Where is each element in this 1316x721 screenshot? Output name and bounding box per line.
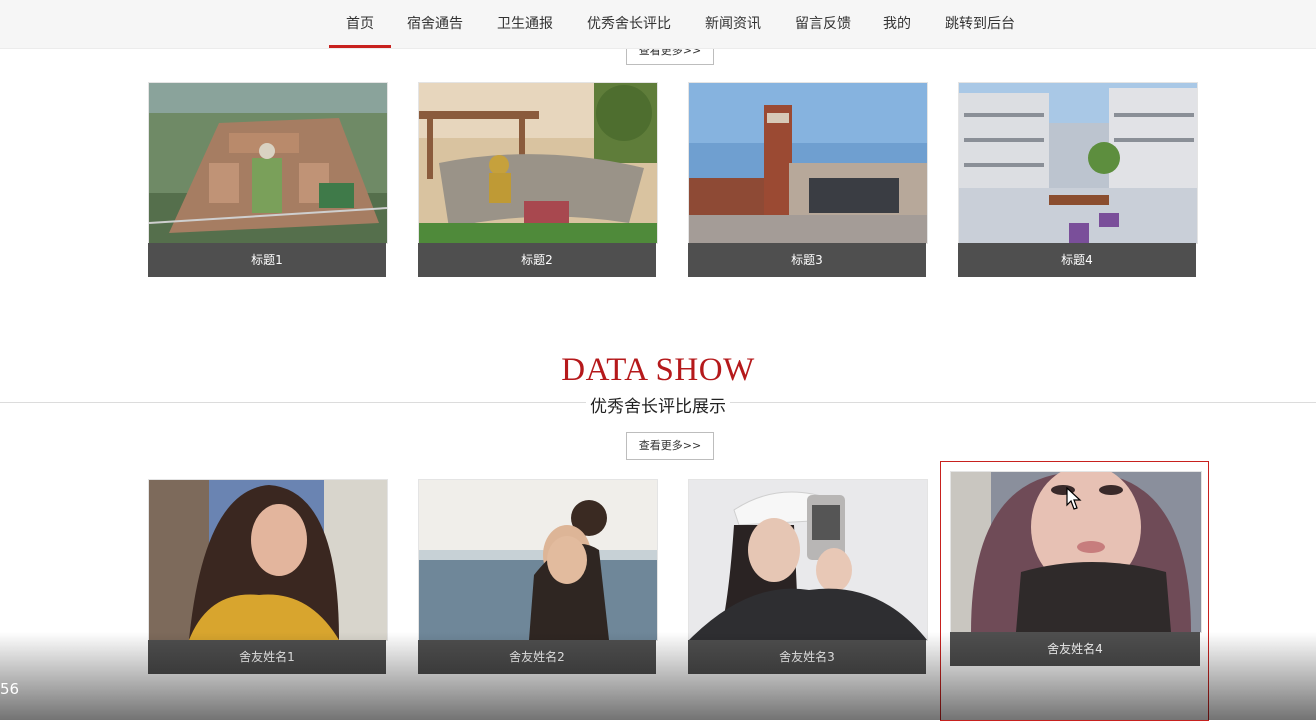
person-photo-image bbox=[688, 479, 928, 641]
campus-courtyard-image bbox=[958, 82, 1198, 244]
nav-item-hygiene-report[interactable]: 卫生通报 bbox=[494, 0, 556, 48]
nav-item-news[interactable]: 新闻资讯 bbox=[702, 0, 764, 48]
nav-item-home[interactable]: 首页 bbox=[329, 0, 391, 48]
data-show-more-button[interactable]: 查看更多>> bbox=[626, 432, 714, 460]
nav-item-dorm-leader-eval[interactable]: 优秀舍长评比 bbox=[584, 0, 674, 48]
person-card-name: 舍友姓名1 bbox=[148, 640, 386, 674]
mouse-cursor-icon bbox=[1066, 487, 1082, 510]
person-photo-image bbox=[148, 479, 388, 641]
news-card-title: 标题2 bbox=[418, 243, 656, 277]
data-show-title: DATA SHOW bbox=[561, 352, 755, 388]
top-navigation: 首页 宿舍通告 卫生通报 优秀舍长评比 新闻资讯 留言反馈 我的 跳转到后台 bbox=[0, 0, 1316, 49]
video-timestamp: 56 bbox=[0, 680, 20, 698]
nav-item-admin-link[interactable]: 跳转到后台 bbox=[942, 0, 1018, 48]
nav-item-mine[interactable]: 我的 bbox=[880, 0, 914, 48]
person-photo-image bbox=[418, 479, 658, 641]
campus-building-image bbox=[688, 82, 928, 244]
news-card-title: 标题4 bbox=[958, 243, 1196, 277]
news-card-title: 标题1 bbox=[148, 243, 386, 277]
nav-item-feedback[interactable]: 留言反馈 bbox=[792, 0, 854, 48]
person-card-name: 舍友姓名2 bbox=[418, 640, 656, 674]
data-show-subtitle: 优秀舍长评比展示 bbox=[0, 392, 1316, 417]
nav-item-dorm-notice[interactable]: 宿舍通告 bbox=[404, 0, 466, 48]
person-card-name: 舍友姓名4 bbox=[950, 632, 1200, 666]
person-card-name: 舍友姓名3 bbox=[688, 640, 926, 674]
news-card-title: 标题3 bbox=[688, 243, 926, 277]
campus-aerial-image bbox=[148, 82, 388, 244]
campus-sculpture-image bbox=[418, 82, 658, 244]
